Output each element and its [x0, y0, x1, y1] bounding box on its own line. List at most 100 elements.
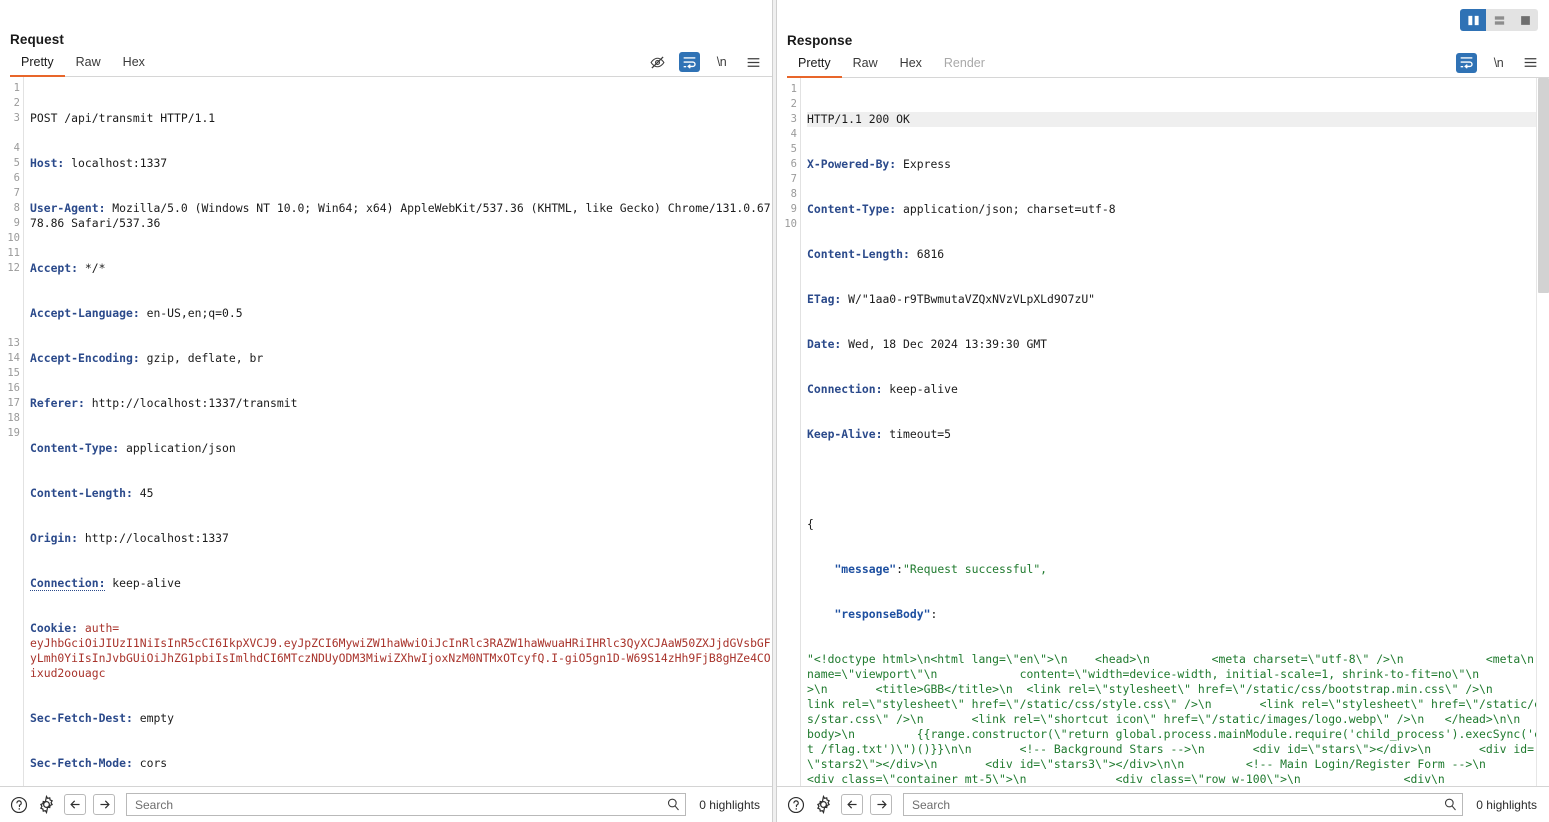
response-search-box[interactable]: [903, 793, 1464, 816]
search-icon[interactable]: [1443, 797, 1458, 812]
header-value: Express: [896, 156, 952, 171]
response-panel: Response Pretty Raw Hex Render \n 1 2 3 …: [777, 0, 1549, 822]
code-line: Content-Type: application/json; charset=…: [807, 202, 1549, 217]
request-header: Request Pretty Raw Hex \n: [0, 6, 772, 78]
scrollbar-thumb[interactable]: [1538, 77, 1549, 293]
line-number: 7: [13, 187, 20, 200]
code-line: Host: localhost:1337: [30, 156, 772, 171]
line-number: 2: [13, 97, 20, 110]
settings-gear-icon[interactable]: [36, 794, 57, 815]
tab-request-pretty[interactable]: Pretty: [10, 55, 65, 78]
line-number: 10: [784, 217, 797, 230]
newline-glyph: \n: [1493, 55, 1504, 70]
header-value: localhost:1337: [64, 156, 168, 171]
settings-gear-icon[interactable]: [813, 794, 834, 815]
json-open-brace: {: [807, 516, 814, 531]
line-number: 17: [7, 397, 20, 410]
header-name: X-Powered-By:: [807, 156, 897, 171]
code-line: Content-Length: 6816: [807, 247, 1549, 262]
back-arrow-icon[interactable]: [64, 794, 86, 815]
line-number: 9: [13, 217, 20, 230]
forward-arrow-icon[interactable]: [93, 794, 115, 815]
header-name: Accept-Language:: [30, 306, 140, 321]
request-line-text: POST /api/transmit HTTP/1.1: [30, 111, 216, 126]
header-value: empty: [132, 711, 175, 726]
code-line: Accept-Encoding: gzip, deflate, br: [30, 351, 772, 366]
request-editor[interactable]: 1 2 3 . 4 5 6 7 8 9 10 11 12 . . . . 13 …: [0, 77, 772, 786]
menu-icon[interactable]: [743, 52, 764, 72]
forward-arrow-icon[interactable]: [870, 794, 892, 815]
response-top-strip: [777, 0, 1549, 7]
code-line: {: [807, 517, 1549, 532]
header-value: 45: [132, 486, 154, 501]
line-number: 10: [7, 232, 20, 245]
header-value: */*: [78, 261, 106, 276]
response-tabbar: Pretty Raw Hex Render \n: [787, 52, 1549, 78]
response-highlights-count: 0 highlights: [1476, 797, 1537, 812]
search-input[interactable]: [910, 795, 1444, 814]
line-number-wrap: .: [0, 126, 23, 141]
header-name: Content-Length:: [807, 246, 910, 261]
response-header: Response Pretty Raw Hex Render \n: [777, 7, 1549, 78]
code-line: Connection: keep-alive: [30, 576, 772, 592]
tab-response-raw[interactable]: Raw: [842, 56, 889, 78]
line-number: 6: [790, 157, 797, 170]
line-number: 19: [7, 427, 20, 440]
newline-icon[interactable]: \n: [1488, 53, 1509, 73]
header-name: Accept-Encoding:: [30, 351, 140, 366]
back-arrow-icon[interactable]: [841, 794, 863, 815]
eye-slash-icon[interactable]: [647, 52, 668, 72]
line-number: 7: [790, 172, 797, 185]
code-line-cookie: Cookie: auth= eyJhbGciOiJIUzI1NiIsInR5cCI…: [30, 621, 772, 681]
tab-response-hex[interactable]: Hex: [889, 56, 933, 78]
tab-request-raw[interactable]: Raw: [65, 55, 112, 77]
header-value: cors: [132, 756, 168, 771]
header-name: Keep-Alive:: [807, 426, 883, 441]
response-editor[interactable]: 1 2 3 4 5 6 7 8 9 10 HTTP/1.1 200 OK X-P…: [777, 77, 1549, 786]
request-search-box[interactable]: [126, 793, 687, 816]
search-icon[interactable]: [666, 797, 681, 812]
layout-horizontal-split-button[interactable]: [1486, 9, 1512, 31]
code-line-message: "message":"Request successful",: [834, 561, 1048, 576]
header-value: keep-alive: [105, 576, 181, 591]
code-line: Content-Type: application/json: [30, 441, 772, 456]
code-line: Accept: */*: [30, 261, 772, 276]
code-line-status: HTTP/1.1 200 OK: [807, 111, 1549, 127]
line-number: 14: [7, 352, 20, 365]
response-vertical-scrollbar[interactable]: [1536, 77, 1549, 786]
tab-response-render[interactable]: Render: [933, 56, 996, 78]
line-number: 1: [13, 82, 20, 95]
code-line: Content-Length: 45: [30, 486, 772, 501]
line-number: 8: [13, 202, 20, 215]
header-value: application/json: [119, 441, 236, 456]
line-number: 8: [790, 187, 797, 200]
tab-response-pretty[interactable]: Pretty: [787, 56, 842, 78]
word-wrap-icon[interactable]: [679, 52, 700, 73]
line-number-wrap: .: [0, 291, 23, 306]
json-key-responsebody: "responseBody": [834, 606, 931, 621]
line-number-wrap: .: [0, 321, 23, 336]
header-value: application/json; charset=utf-8: [896, 201, 1116, 216]
burp-repeater-window: Request Pretty Raw Hex \n 1 2 3 4 5 6 7 …: [0, 0, 1549, 822]
header-value: http://localhost:1337: [78, 531, 229, 546]
code-line: Origin: http://localhost:1337: [30, 531, 772, 546]
layout-vertical-split-button[interactable]: [1460, 9, 1486, 31]
help-icon[interactable]: [8, 794, 29, 815]
word-wrap-icon[interactable]: [1456, 52, 1477, 73]
header-name: User-Agent:: [30, 201, 106, 216]
layout-single-pane-button[interactable]: [1512, 9, 1538, 31]
code-line: Connection: keep-alive: [807, 382, 1549, 397]
newline-icon[interactable]: \n: [711, 52, 732, 72]
line-number: 11: [7, 247, 20, 260]
tab-request-hex[interactable]: Hex: [112, 55, 156, 77]
line-number: 4: [790, 127, 797, 140]
menu-icon[interactable]: [1520, 53, 1541, 73]
newline-glyph: \n: [716, 55, 727, 70]
response-code[interactable]: HTTP/1.1 200 OK X-Powered-By: Express Co…: [801, 78, 1549, 786]
code-line: Accept-Language: en-US,en;q=0.5: [30, 306, 772, 321]
request-code[interactable]: POST /api/transmit HTTP/1.1 Host: localh…: [24, 77, 772, 786]
request-highlights-count: 0 highlights: [699, 797, 760, 812]
search-input[interactable]: [133, 795, 667, 814]
help-icon[interactable]: [785, 794, 806, 815]
